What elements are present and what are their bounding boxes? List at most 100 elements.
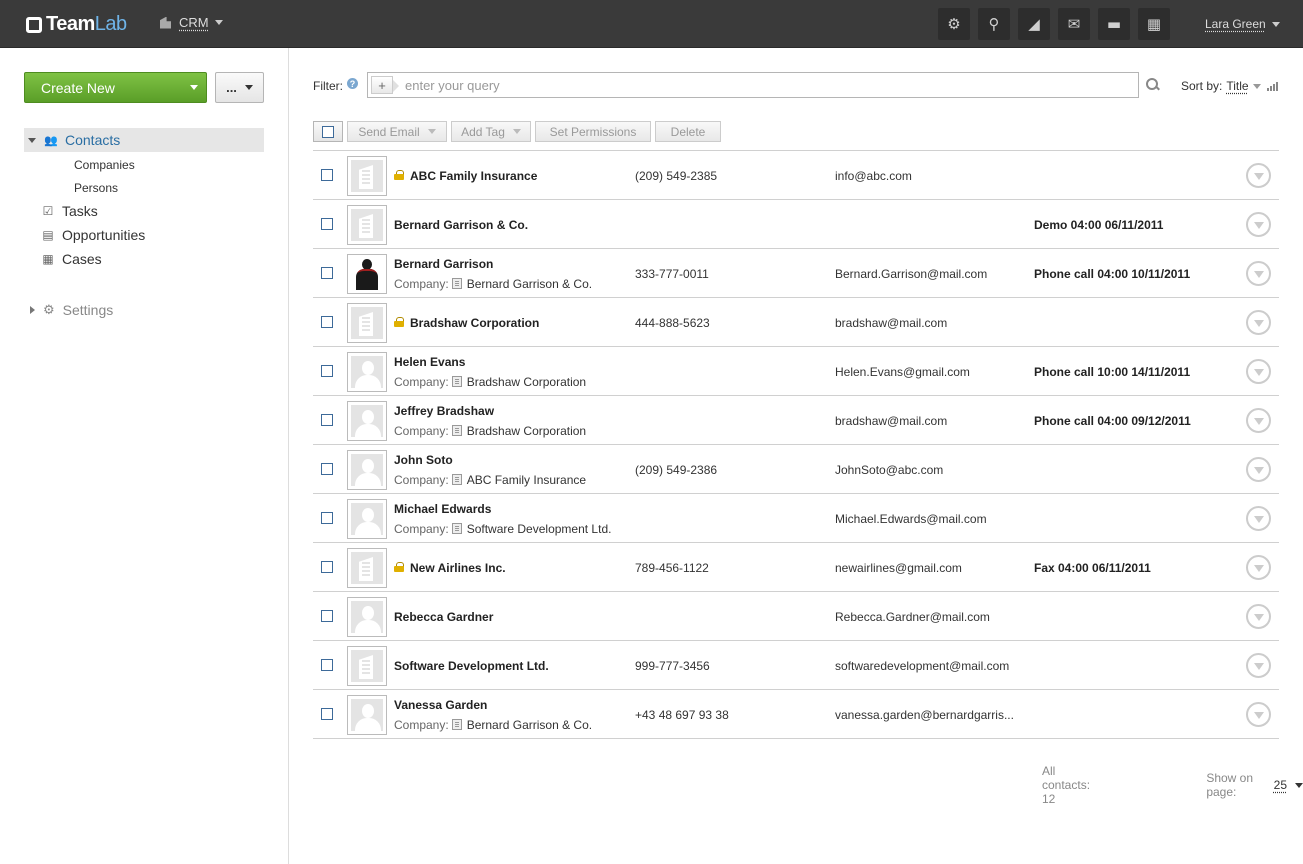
row-menu-icon[interactable] <box>1246 163 1271 188</box>
company-link[interactable]: ABC Family Insurance <box>467 473 586 487</box>
delete-button[interactable]: Delete <box>655 121 721 142</box>
search-input[interactable] <box>405 77 1105 93</box>
table-row[interactable]: Bernard Garrison & Co. Demo 04:00 06/11/2… <box>313 200 1279 249</box>
contact-name[interactable]: Michael Edwards <box>394 502 491 516</box>
contact-name[interactable]: Bernard Garrison & Co. <box>394 218 528 232</box>
email-cell[interactable]: JohnSoto@abc.com <box>835 445 943 494</box>
sidebar-item-opportunities[interactable]: ▤ Opportunities <box>42 227 145 243</box>
teamlab-logo[interactable]: Team Lab <box>24 12 127 36</box>
company-link[interactable]: Bradshaw Corporation <box>467 375 586 389</box>
email-cell[interactable]: bradshaw@mail.com <box>835 298 947 347</box>
company-link[interactable]: Bernard Garrison & Co. <box>467 718 592 732</box>
create-new-button[interactable]: Create New <box>24 72 207 103</box>
avatar[interactable] <box>347 303 387 343</box>
table-row[interactable]: Bernard Garrison Company: Bernard Garrison… <box>313 249 1279 298</box>
email-cell[interactable]: vanessa.garden@bernardgarris... <box>835 690 1014 739</box>
row-menu-icon[interactable] <box>1246 212 1271 237</box>
row-checkbox[interactable] <box>321 316 333 328</box>
chevron-down-icon[interactable] <box>1252 83 1261 89</box>
row-menu-icon[interactable] <box>1246 408 1271 433</box>
contact-name[interactable]: Vanessa Garden <box>394 698 487 712</box>
more-actions-button[interactable]: ... <box>215 72 264 103</box>
row-checkbox[interactable] <box>321 610 333 622</box>
company-link[interactable]: Software Development Ltd. <box>467 522 612 536</box>
search-icon[interactable]: ⚲ <box>978 8 1010 40</box>
row-menu-icon[interactable] <box>1246 261 1271 286</box>
row-checkbox[interactable] <box>321 463 333 475</box>
calendar-icon[interactable]: ▦ <box>1138 8 1170 40</box>
avatar[interactable] <box>347 695 387 735</box>
email-cell[interactable]: Michael.Edwards@mail.com <box>835 494 987 543</box>
collapse-arrow-icon[interactable] <box>28 137 36 143</box>
sidebar-item-cases[interactable]: ▦ Cases <box>42 251 101 267</box>
create-dropdown-toggle[interactable] <box>182 73 206 102</box>
row-checkbox[interactable] <box>321 414 333 426</box>
sidebar-item-tasks[interactable]: ☑ Tasks <box>42 203 98 219</box>
email-cell[interactable]: info@abc.com <box>835 151 912 200</box>
contact-name[interactable]: Rebecca Gardner <box>394 610 493 624</box>
avatar[interactable] <box>347 450 387 490</box>
sidebar-item-companies[interactable]: Companies <box>74 158 135 172</box>
row-menu-icon[interactable] <box>1246 506 1271 531</box>
feed-icon[interactable]: ◢ <box>1018 8 1050 40</box>
row-checkbox[interactable] <box>321 561 333 573</box>
table-row[interactable]: New Airlines Inc. 789-456-1122 newairlines… <box>313 543 1279 592</box>
set-permissions-button[interactable]: Set Permissions <box>535 121 651 142</box>
sort-field-select[interactable]: Title <box>1226 79 1248 93</box>
table-row[interactable]: John Soto Company: ABC Family Insurance (20… <box>313 445 1279 494</box>
avatar[interactable] <box>347 548 387 588</box>
module-selector[interactable]: CRM <box>160 15 223 30</box>
table-row[interactable]: Vanessa Garden Company: Bernard Garrison &… <box>313 690 1279 739</box>
row-checkbox[interactable] <box>321 267 333 279</box>
table-row[interactable]: Software Development Ltd. 999-777-3456 sof… <box>313 641 1279 690</box>
mail-icon[interactable]: ✉ <box>1058 8 1090 40</box>
row-menu-icon[interactable] <box>1246 653 1271 678</box>
search-icon[interactable] <box>1146 78 1160 92</box>
contact-name[interactable]: John Soto <box>394 453 453 467</box>
page-size-select[interactable]: 25 <box>1274 778 1287 792</box>
avatar[interactable] <box>347 597 387 637</box>
avatar[interactable] <box>347 156 387 196</box>
gear-icon[interactable]: ⚙ <box>938 8 970 40</box>
row-menu-icon[interactable] <box>1246 457 1271 482</box>
row-menu-icon[interactable] <box>1246 702 1271 727</box>
table-row[interactable]: ABC Family Insurance (209) 549-2385 info@a… <box>313 151 1279 200</box>
row-checkbox[interactable] <box>321 169 333 181</box>
contact-name[interactable]: Helen Evans <box>394 355 465 369</box>
avatar[interactable] <box>347 499 387 539</box>
row-checkbox[interactable] <box>321 365 333 377</box>
email-cell[interactable]: softwaredevelopment@mail.com <box>835 641 1009 690</box>
avatar[interactable] <box>347 205 387 245</box>
row-checkbox[interactable] <box>321 659 333 671</box>
contact-name[interactable]: Jeffrey Bradshaw <box>394 404 494 418</box>
contact-name[interactable]: Bernard Garrison <box>394 257 493 271</box>
contact-name[interactable]: New Airlines Inc. <box>410 561 506 575</box>
avatar[interactable] <box>347 254 387 294</box>
contact-name[interactable]: ABC Family Insurance <box>410 169 537 183</box>
expand-arrow-icon[interactable] <box>30 306 35 314</box>
contact-name[interactable]: Bradshaw Corporation <box>410 316 539 330</box>
email-cell[interactable]: newairlines@gmail.com <box>835 543 962 592</box>
table-row[interactable]: Jeffrey Bradshaw Company: Bradshaw Corpora… <box>313 396 1279 445</box>
table-row[interactable]: Bradshaw Corporation 444-888-5623 bradshaw… <box>313 298 1279 347</box>
table-row[interactable]: Rebecca Gardner Rebecca.Gardner@mail.com <box>313 592 1279 641</box>
chevron-down-icon[interactable] <box>1295 782 1303 788</box>
select-all-checkbox[interactable] <box>313 121 343 142</box>
row-checkbox[interactable] <box>321 708 333 720</box>
sort-order-icon[interactable] <box>1266 81 1278 91</box>
add-tag-button[interactable]: Add Tag <box>451 121 531 142</box>
add-filter-button[interactable]: + <box>371 76 399 94</box>
company-link[interactable]: Bradshaw Corporation <box>467 424 586 438</box>
row-checkbox[interactable] <box>321 218 333 230</box>
email-cell[interactable]: Helen.Evans@gmail.com <box>835 347 970 396</box>
email-cell[interactable]: Bernard.Garrison@mail.com <box>835 249 987 298</box>
email-cell[interactable]: Rebecca.Gardner@mail.com <box>835 592 990 641</box>
chat-icon[interactable]: ▬ <box>1098 8 1130 40</box>
row-checkbox[interactable] <box>321 512 333 524</box>
sidebar-item-persons[interactable]: Persons <box>74 181 118 195</box>
sidebar-item-contacts[interactable]: 👥 Contacts <box>24 128 264 152</box>
row-menu-icon[interactable] <box>1246 359 1271 384</box>
row-menu-icon[interactable] <box>1246 555 1271 580</box>
sidebar-item-settings[interactable]: ⚙ Settings <box>30 302 113 318</box>
table-row[interactable]: Helen Evans Company: Bradshaw Corporation H… <box>313 347 1279 396</box>
